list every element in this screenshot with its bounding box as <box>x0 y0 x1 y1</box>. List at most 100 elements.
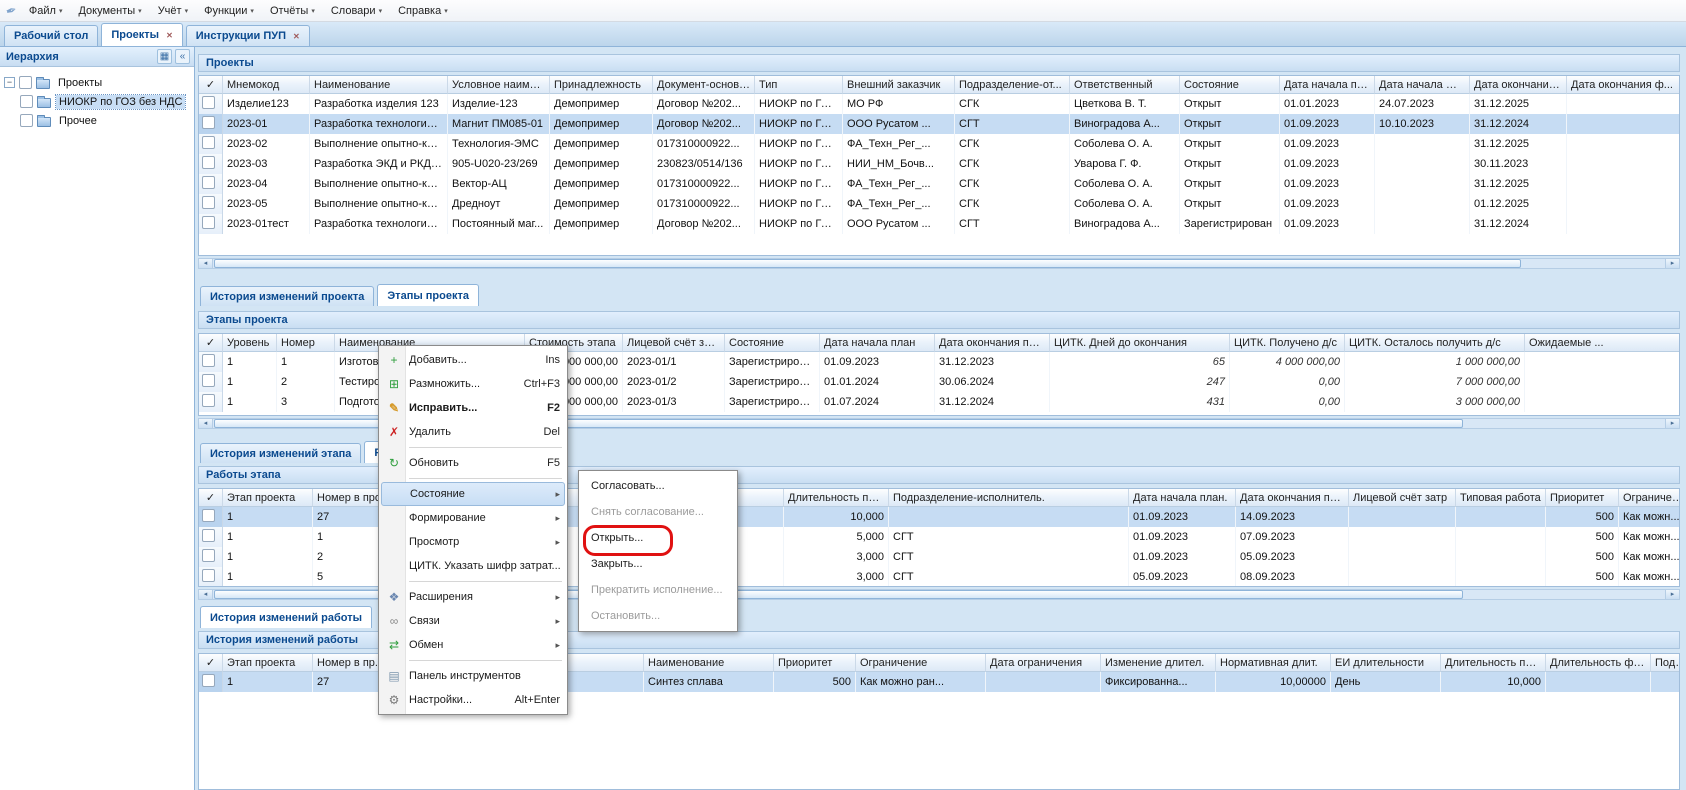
column-header[interactable]: Лицевой счёт затрат. <box>623 334 725 352</box>
tab-1[interactable]: Рабочий стол <box>4 25 98 46</box>
menu-item-4[interactable]: Закрыть... <box>581 551 735 577</box>
row-checkbox[interactable] <box>202 569 215 582</box>
column-header[interactable]: Приоритет <box>1546 489 1619 507</box>
table-row[interactable]: 2023-01Разработка технологии и...Магнит … <box>199 114 1680 134</box>
column-header[interactable]: Ограничение <box>856 654 986 672</box>
column-header[interactable]: Приоритет <box>774 654 856 672</box>
menubar-item-1[interactable]: Файл▾ <box>21 2 71 20</box>
menu-item-1[interactable]: Согласовать... <box>581 473 735 499</box>
row-checkbox[interactable] <box>202 549 215 562</box>
column-header[interactable]: Состояние <box>725 334 820 352</box>
column-header[interactable]: Тип <box>755 76 843 94</box>
select-all-header[interactable]: ✓ <box>199 334 223 352</box>
tree-checkbox[interactable] <box>20 95 33 108</box>
table-row[interactable]: 2023-05Выполнение опытно-конс...Дредноут… <box>199 194 1680 214</box>
menu-item-4[interactable]: ✗УдалитьDel <box>381 420 565 444</box>
tab-1[interactable]: История изменений работы <box>200 606 372 628</box>
menu-item-8[interactable]: Состояние▸ <box>381 482 565 506</box>
scroll-left-icon[interactable]: ◂ <box>199 590 213 599</box>
scroll-left-icon[interactable]: ◂ <box>199 259 213 268</box>
tree-checkbox[interactable] <box>19 76 32 89</box>
scroll-right-icon[interactable]: ▸ <box>1665 590 1679 599</box>
column-header[interactable]: Условное наименова... <box>448 76 550 94</box>
row-checkbox[interactable] <box>202 509 215 522</box>
column-header[interactable]: Документ-основан... <box>653 76 755 94</box>
column-header[interactable]: Мнемокод <box>223 76 310 94</box>
column-header[interactable]: Типовая работа <box>1456 489 1546 507</box>
column-header[interactable]: Этап проекта <box>223 489 313 507</box>
scroll-right-icon[interactable]: ▸ <box>1665 259 1679 268</box>
column-header[interactable]: Дата ограничения <box>986 654 1101 672</box>
row-checkbox[interactable] <box>202 156 215 169</box>
column-header[interactable]: ЕИ длительности <box>1331 654 1441 672</box>
column-header[interactable]: Дата окончания план <box>1236 489 1349 507</box>
row-checkbox[interactable] <box>202 674 215 687</box>
row-checkbox[interactable] <box>202 216 215 229</box>
menu-item-14[interactable]: ∞Связи▸ <box>381 609 565 633</box>
column-header[interactable]: Наименование <box>310 76 448 94</box>
menu-item-13[interactable]: ❖Расширения▸ <box>381 585 565 609</box>
column-header[interactable]: Нормативная длит. <box>1216 654 1331 672</box>
column-header[interactable]: Уровень <box>223 334 277 352</box>
tab-1[interactable]: История изменений проекта <box>200 286 374 306</box>
row-checkbox[interactable] <box>202 96 215 109</box>
select-all-header[interactable]: ✓ <box>199 76 223 94</box>
tree-item-2[interactable]: НИОКР по ГОЗ без НДС <box>0 92 194 111</box>
row-checkbox[interactable] <box>202 176 215 189</box>
tree-item-1[interactable]: −Проекты <box>0 73 194 92</box>
column-header[interactable]: ЦИТК. Осталось получить д/с <box>1345 334 1525 352</box>
menu-item-18[interactable]: ⚙Настройки...Alt+Enter <box>381 688 565 712</box>
row-checkbox[interactable] <box>202 374 215 387</box>
column-header[interactable]: Номер <box>277 334 335 352</box>
collapse-expander-icon[interactable]: − <box>4 77 15 88</box>
column-header[interactable]: Дата окончания план <box>935 334 1050 352</box>
row-checkbox[interactable] <box>202 354 215 367</box>
table-row[interactable]: 2023-01тестРазработка технологии и...Пос… <box>199 214 1680 234</box>
row-checkbox[interactable] <box>202 529 215 542</box>
column-header[interactable]: Дата начала план. <box>1280 76 1375 94</box>
tree-item-3[interactable]: Прочее <box>0 111 194 130</box>
menubar-item-7[interactable]: Справка▾ <box>390 2 456 20</box>
column-header[interactable]: Длительность пла... <box>1441 654 1546 672</box>
column-header[interactable]: Длительность план▾ <box>784 489 889 507</box>
row-checkbox[interactable] <box>202 196 215 209</box>
column-header[interactable]: Длительность фак... <box>1546 654 1651 672</box>
tree-checkbox[interactable] <box>20 114 33 127</box>
column-header[interactable]: ЦИТК. Получено д/с <box>1230 334 1345 352</box>
menubar-item-6[interactable]: Словари▾ <box>323 2 390 20</box>
close-icon[interactable]: ✕ <box>293 32 300 41</box>
column-header[interactable]: Состояние <box>1180 76 1280 94</box>
menubar-item-5[interactable]: Отчёты▾ <box>262 2 323 20</box>
table-row[interactable]: 2023-03Разработка ЭКД и РКД н...905-U020… <box>199 154 1680 174</box>
row-checkbox[interactable] <box>202 116 215 129</box>
scrollbar-thumb[interactable] <box>214 259 1521 268</box>
select-all-header[interactable]: ✓ <box>199 654 223 672</box>
column-header[interactable]: Изменение длител. <box>1101 654 1216 672</box>
column-header[interactable]: Лицевой счёт затр <box>1349 489 1456 507</box>
column-header[interactable]: Дата начала план. <box>1129 489 1236 507</box>
column-header[interactable]: Ответственный <box>1070 76 1180 94</box>
table-row[interactable]: 2023-04Выполнение опытно-конс...Вектор-А… <box>199 174 1680 194</box>
column-header[interactable]: Дата окончания пл... <box>1470 76 1567 94</box>
collapse-panel-icon[interactable]: « <box>175 49 190 64</box>
column-header[interactable]: Дата окончания ф... <box>1567 76 1680 94</box>
menu-item-17[interactable]: ▤Панель инструментов <box>381 664 565 688</box>
column-header[interactable]: Принадлежность <box>550 76 653 94</box>
menu-item-6[interactable]: ↻ОбновитьF5 <box>381 451 565 475</box>
projects-horizontal-scrollbar[interactable]: ◂▸ <box>198 258 1680 269</box>
column-header[interactable]: Подразделение-от... <box>955 76 1070 94</box>
column-header[interactable]: Наименование <box>644 654 774 672</box>
column-header[interactable]: Подразделение-исполнитель. <box>889 489 1129 507</box>
menu-item-15[interactable]: ⇄Обмен▸ <box>381 633 565 657</box>
scrollbar-track[interactable] <box>213 259 1665 268</box>
tab-2[interactable]: Этапы проекта <box>377 284 479 306</box>
column-header[interactable]: Ожидаемые ... <box>1525 334 1680 352</box>
row-checkbox[interactable] <box>202 136 215 149</box>
tab-1[interactable]: История изменений этапа <box>200 443 361 463</box>
menu-item-11[interactable]: ЦИТК. Указать шифр затрат... <box>381 554 565 578</box>
tab-3[interactable]: Инструкции ПУП✕ <box>186 25 310 46</box>
column-header[interactable]: Ограничен... <box>1619 489 1680 507</box>
menu-item-9[interactable]: Формирование▸ <box>381 506 565 530</box>
menu-item-1[interactable]: +Добавить...Ins <box>381 348 565 372</box>
column-header[interactable]: Дата начала план <box>820 334 935 352</box>
